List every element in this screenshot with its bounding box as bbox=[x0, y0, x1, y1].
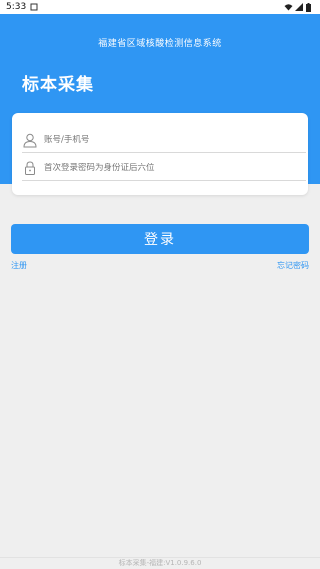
wifi-icon bbox=[284, 3, 293, 11]
battery-icon bbox=[306, 3, 314, 12]
lock-icon bbox=[22, 160, 38, 176]
forgot-password-link[interactable]: 忘记密码 bbox=[277, 260, 309, 271]
login-form-card bbox=[12, 113, 308, 195]
password-field[interactable] bbox=[22, 155, 306, 181]
status-left: 5:33 bbox=[6, 2, 38, 12]
user-icon bbox=[22, 132, 38, 148]
version-footer: 标本采集-福建:V1.0.9.6.0 bbox=[0, 557, 320, 569]
status-bar: 5:33 bbox=[0, 0, 320, 14]
page-heading: 标本采集 bbox=[22, 75, 94, 95]
status-right bbox=[284, 3, 314, 12]
app-title: 福建省区域核酸检测信息系统 bbox=[98, 39, 222, 49]
login-button[interactable]: 登录 bbox=[11, 224, 309, 254]
account-input[interactable] bbox=[44, 134, 294, 145]
password-input[interactable] bbox=[44, 162, 294, 173]
register-link[interactable]: 注册 bbox=[11, 260, 27, 271]
status-time: 5:33 bbox=[6, 2, 27, 12]
signal-icon bbox=[295, 3, 303, 11]
account-field[interactable] bbox=[22, 127, 306, 153]
square-notification-icon bbox=[30, 3, 38, 11]
